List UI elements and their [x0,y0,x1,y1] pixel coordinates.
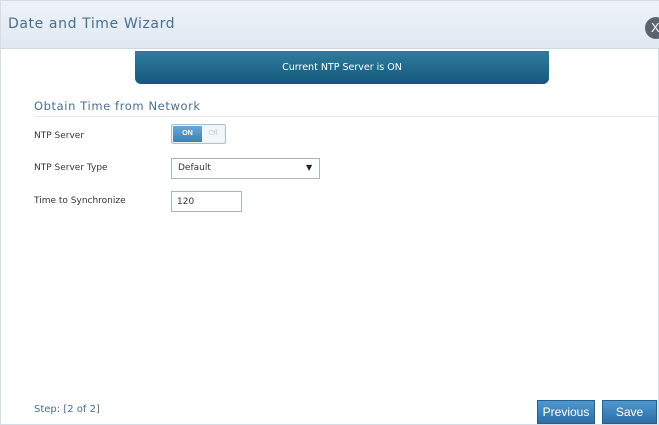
ntp-server-type-select[interactable]: Default ▼ [171,158,320,179]
toggle-on-segment: ON [173,126,202,142]
ntp-server-type-value: Default [178,163,211,173]
ntp-server-label: NTP Server [34,131,85,141]
ntp-server-type-label: NTP Server Type [34,163,108,173]
time-to-synchronize-label: Time to Synchronize [34,196,126,206]
dialog-titlebar: Date and Time Wizard X [1,1,659,49]
step-indicator: Step: [2 of 2] [34,404,100,415]
ntp-status-banner: Current NTP Server is ON [135,51,549,84]
chevron-down-icon: ▼ [306,163,313,172]
date-time-wizard-dialog: Date and Time Wizard X Current NTP Serve… [0,0,659,425]
close-button[interactable]: X [645,17,659,39]
ntp-server-toggle[interactable]: ON Off [171,124,226,144]
section-divider [34,116,659,117]
section-title: Obtain Time from Network [34,99,201,113]
close-icon: X [651,20,659,35]
dialog-title: Date and Time Wizard [8,16,176,32]
previous-button[interactable]: Previous [537,400,595,424]
toggle-off-segment: Off [202,126,224,142]
save-button[interactable]: Save [602,400,657,424]
time-to-synchronize-input[interactable] [171,191,242,212]
